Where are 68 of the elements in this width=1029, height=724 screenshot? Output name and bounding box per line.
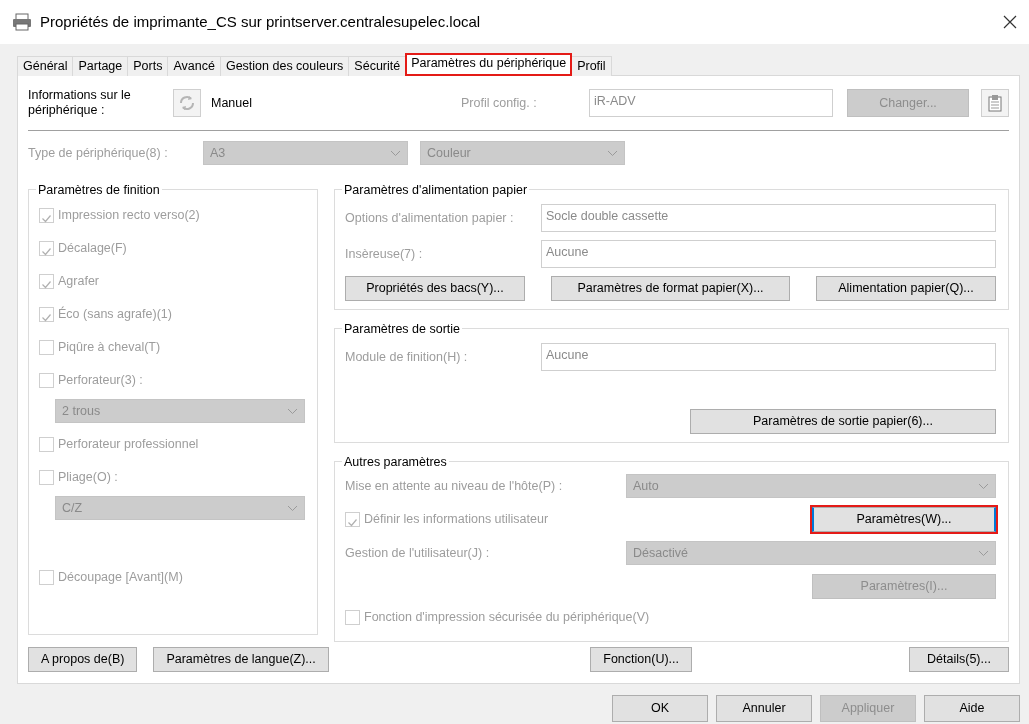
field-label: Module de finition(H) : <box>345 348 469 366</box>
checkbox[interactable] <box>39 469 54 485</box>
checkbox[interactable] <box>345 512 360 527</box>
checkbox[interactable] <box>39 436 54 452</box>
checkbox-label: Piqûre à cheval(T) <box>58 338 161 356</box>
tab[interactable]: Paramètres du périphérique <box>405 53 573 76</box>
profile-field[interactable]: iR-ADV <box>589 89 833 117</box>
field-label: Gestion de l'utilisateur(J) : <box>345 544 491 562</box>
chevron-down-icon <box>978 549 989 557</box>
checkbox-label: Perforateur professionnel <box>58 435 199 453</box>
button[interactable]: A propos de(B) <box>28 647 138 672</box>
close-icon[interactable] <box>1003 15 1017 29</box>
text-field[interactable]: Socle double cassette <box>541 204 996 232</box>
checkbox-label: Impression recto verso(2) <box>58 206 200 224</box>
text-field[interactable]: Aucune <box>541 343 996 371</box>
field-label: Profil config. : <box>461 94 538 112</box>
field-label: Informations sur le périphérique : <box>28 88 132 118</box>
field-label: Insèreuse(7) : <box>345 245 424 263</box>
checkbox-label: Perforateur(3) : <box>58 371 143 389</box>
checkbox-label: Décalage(F) <box>58 239 127 257</box>
checkbox-label: Découpage [Avant](M) <box>58 568 183 586</box>
button[interactable]: Aide <box>924 695 1020 722</box>
window-title: Propriétés de imprimante_CS sur printserver.centralesupelec.local <box>40 11 482 32</box>
refresh-icon <box>178 94 196 112</box>
checkbox[interactable] <box>39 240 54 256</box>
mode-text: Manuel <box>211 94 253 112</box>
button[interactable]: Alimentation papier(Q)... <box>816 276 996 301</box>
field-label: Mise en attente au niveau de l'hôte(P) : <box>345 477 564 495</box>
field-label: Type de périphérique(8) : <box>28 144 169 162</box>
chevron-down-icon <box>607 149 618 157</box>
checkbox[interactable] <box>39 372 54 388</box>
tab[interactable]: Partage <box>72 56 129 76</box>
tab[interactable]: Profil <box>571 56 612 76</box>
field-label: Options d'alimentation papier : <box>345 209 515 227</box>
button[interactable]: Paramètres de langue(Z)... <box>153 647 329 672</box>
tab[interactable]: Sécurité <box>348 56 407 76</box>
tab[interactable]: Ports <box>127 56 169 76</box>
upload-button[interactable] <box>981 89 1009 117</box>
button[interactable]: Paramètres de sortie papier(6)... <box>690 409 996 434</box>
checkbox[interactable] <box>39 273 54 289</box>
button[interactable]: Fonction(U)... <box>590 647 692 672</box>
tab[interactable]: Gestion des couleurs <box>219 56 350 76</box>
button[interactable]: Détails(5)... <box>909 647 1009 672</box>
checkbox-label: Pliage(O) : <box>58 468 118 486</box>
refresh-button[interactable] <box>173 89 201 117</box>
checkbox[interactable] <box>39 569 54 585</box>
chevron-down-icon <box>978 482 989 490</box>
button[interactable]: Paramètres de format papier(X)... <box>551 276 790 301</box>
button[interactable]: Propriétés des bacs(Y)... <box>345 276 525 301</box>
button[interactable]: OK <box>612 695 708 722</box>
chevron-down-icon <box>287 407 298 415</box>
checkbox[interactable] <box>39 306 54 322</box>
document-icon <box>988 94 1002 112</box>
checkbox-label: Éco (sans agrafe)(1) <box>58 305 172 323</box>
button[interactable]: Annuler <box>716 695 812 722</box>
checkbox[interactable] <box>39 339 54 355</box>
tab[interactable]: Général <box>17 56 74 76</box>
checkbox-label: Agrafer <box>58 272 99 290</box>
chevron-down-icon <box>390 149 401 157</box>
checkbox[interactable] <box>345 609 360 625</box>
checkbox[interactable] <box>39 207 54 223</box>
checkbox-label: Définir les informations utilisateur <box>364 511 549 529</box>
chevron-down-icon <box>287 504 298 512</box>
text-field[interactable]: Aucune <box>541 240 996 268</box>
printer-icon <box>12 13 32 31</box>
tab[interactable]: Avancé <box>167 56 221 76</box>
button[interactable]: Paramètres(W)... <box>812 507 996 532</box>
checkbox-label: Fonction d'impression sécurisée du périphérique(V) <box>364 608 650 626</box>
